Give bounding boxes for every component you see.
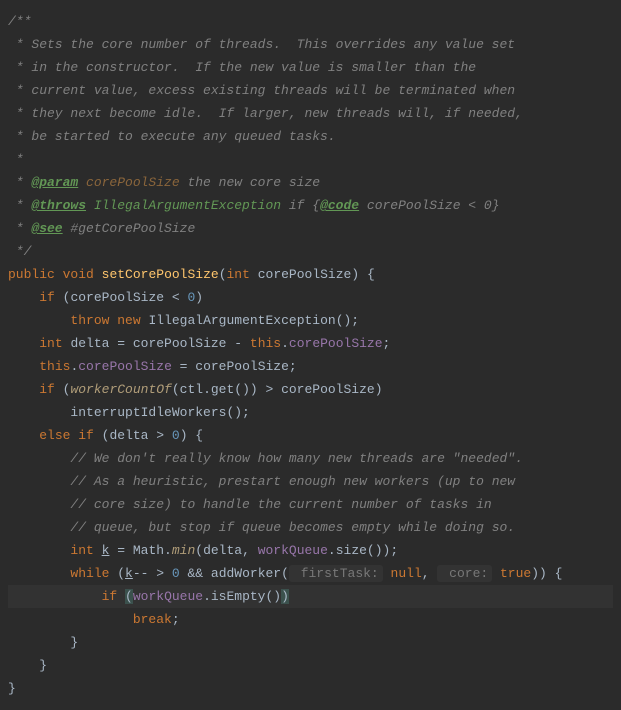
code-line: } — [8, 658, 47, 673]
code-line: interruptIdleWorkers(); — [8, 405, 250, 420]
javadoc-see-tag: @see — [31, 221, 62, 236]
code-line: while (k-- > 0 && addWorker( firstTask: … — [8, 565, 562, 582]
doc-line: * in the constructor. If the new value i… — [8, 60, 476, 75]
code-line: // queue, but stop if queue becomes empt… — [8, 520, 515, 535]
inlay-hint: core: — [437, 565, 492, 582]
javadoc-param-tag: @param — [31, 175, 78, 190]
matched-paren: ) — [281, 589, 289, 604]
inlay-hint: firstTask: — [289, 565, 383, 582]
doc-line: * @see #getCorePoolSize — [8, 221, 195, 236]
code-line: public void setCorePoolSize(int corePool… — [8, 267, 375, 282]
code-line: int delta = corePoolSize - this.corePool… — [8, 336, 390, 351]
code-line: // As a heuristic, prestart enough new w… — [8, 474, 515, 489]
code-line: int k = Math.min(delta, workQueue.size()… — [8, 543, 398, 558]
code-line: } — [8, 681, 16, 696]
matched-paren: ( — [125, 589, 133, 604]
method-name: setCorePoolSize — [102, 267, 219, 282]
current-line: if (workQueue.isEmpty()) — [8, 585, 613, 608]
code-line: throw new IllegalArgumentException(); — [8, 313, 359, 328]
doc-line: * @param corePoolSize the new core size — [8, 175, 320, 190]
doc-line: * current value, excess existing threads… — [8, 83, 515, 98]
doc-line: * they next become idle. If larger, new … — [8, 106, 523, 121]
javadoc-throws-tag: @throws — [31, 198, 86, 213]
code-line: } — [8, 635, 78, 650]
doc-line: * Sets the core number of threads. This … — [8, 37, 515, 52]
code-line: break; — [8, 612, 180, 627]
code-line: else if (delta > 0) { — [8, 428, 203, 443]
code-editor[interactable]: /** * Sets the core number of threads. T… — [0, 0, 621, 710]
code-line: if (workerCountOf(ctl.get()) > corePoolS… — [8, 382, 383, 397]
doc-line: * — [8, 152, 24, 167]
doc-line: */ — [8, 244, 31, 259]
code-line: // We don't really know how many new thr… — [8, 451, 523, 466]
doc-line: /** — [8, 14, 31, 29]
code-line: this.corePoolSize = corePoolSize; — [8, 359, 297, 374]
doc-line: * @throws IllegalArgumentException if {@… — [8, 198, 500, 213]
code-line: // core size) to handle the current numb… — [8, 497, 492, 512]
doc-line: * be started to execute any queued tasks… — [8, 129, 336, 144]
code-line: if (corePoolSize < 0) — [8, 290, 203, 305]
